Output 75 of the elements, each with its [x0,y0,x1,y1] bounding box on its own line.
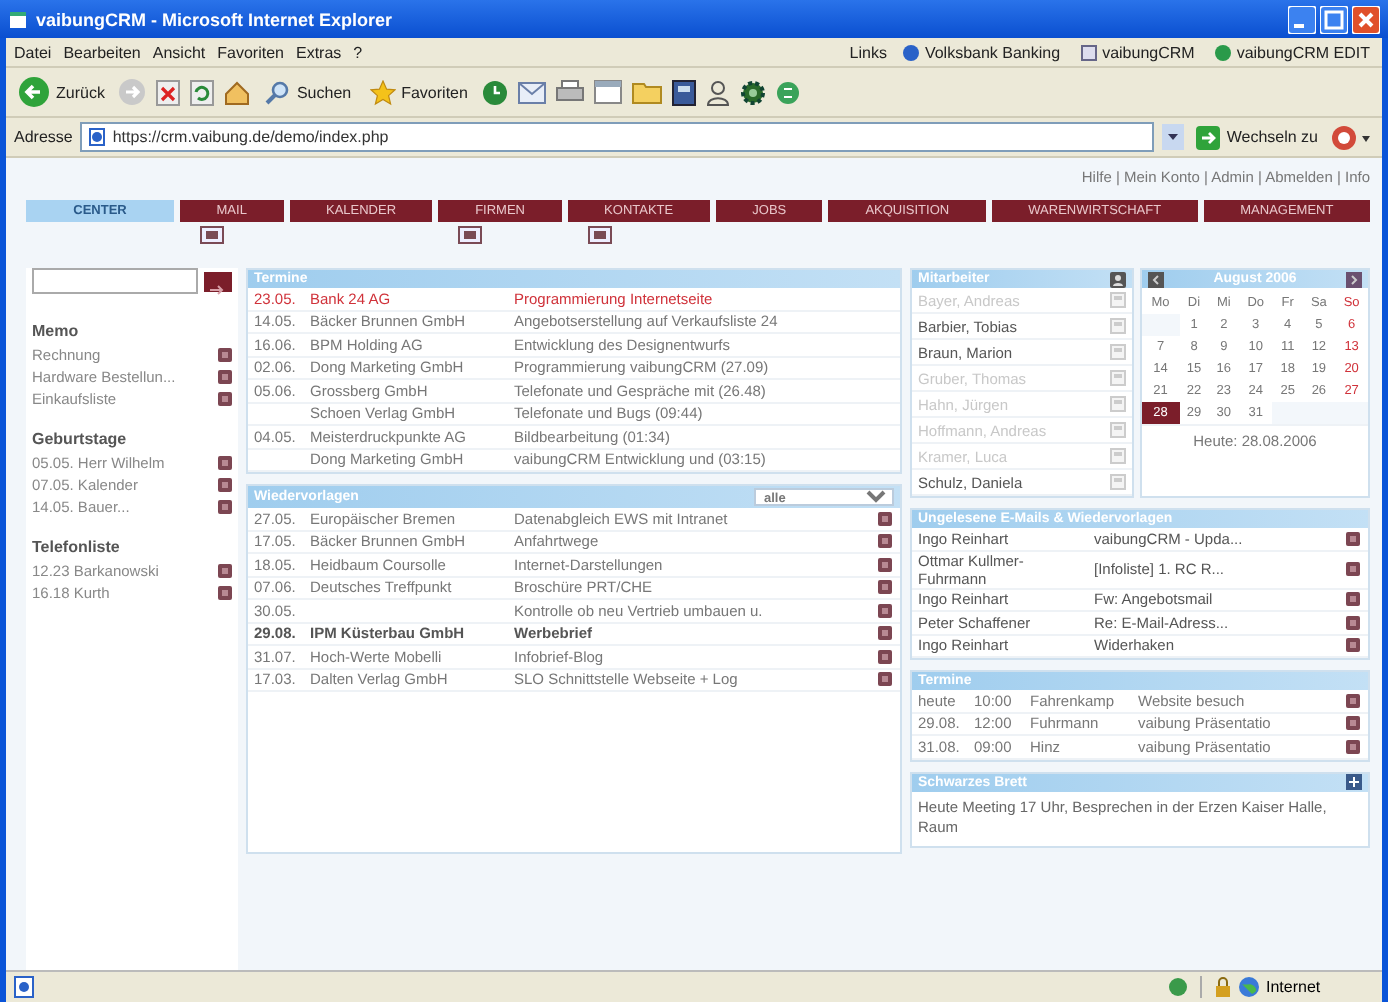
square-icon[interactable] [878,557,892,572]
envelope-icon[interactable] [587,226,612,244]
back-icon[interactable] [1148,271,1164,287]
square-icon[interactable] [878,649,892,664]
window-title: vaibungCRM - Microsoft Internet Explorer [36,9,395,29]
square-icon[interactable] [1346,739,1360,754]
page-icon [1080,43,1099,61]
menu-item[interactable]: Bearbeiten [63,43,141,61]
search-field[interactable] [32,268,198,294]
link-button[interactable]: Volksbank Banking [898,43,1065,61]
forward-icon[interactable] [1346,271,1362,287]
menu-item[interactable]: Ansicht [152,43,206,61]
square-icon[interactable] [1346,592,1360,607]
links-label: Links [849,43,887,61]
close-icon[interactable] [1352,5,1380,33]
address-label: Adresse [14,128,73,146]
maximize-icon[interactable] [1320,5,1348,33]
menu-item[interactable]: Datei [14,43,52,61]
star-icon [369,79,396,105]
home-icon[interactable] [224,79,251,105]
menu-item[interactable]: Favoriten [217,43,284,61]
toolbar-icon[interactable] [1330,123,1374,151]
go-button[interactable]: Wechseln zu [1192,125,1322,149]
print-icon[interactable] [555,80,584,104]
page-icon [14,976,34,998]
lock-icon [1214,976,1232,998]
square-icon[interactable] [878,534,892,549]
folder-icon[interactable] [631,80,662,104]
user-icon[interactable] [1110,271,1126,287]
section-heading: Geburtstage [32,430,129,448]
zone-label: Internet [1266,978,1321,996]
square-icon[interactable] [878,580,892,595]
book-icon[interactable] [671,79,696,105]
favorites-button[interactable]: Favoriten [365,79,472,105]
app-icon [8,9,28,29]
square-icon[interactable] [1346,615,1360,630]
history-icon[interactable] [481,79,508,105]
envelope-icon[interactable] [200,226,224,244]
square-icon[interactable] [878,603,892,618]
status-icon [1168,976,1188,998]
mail-icon[interactable] [517,81,546,103]
square-icon[interactable] [878,511,892,526]
globe-icon [1238,976,1260,998]
menu-item[interactable]: ? [353,43,363,61]
stop-icon[interactable] [156,79,181,105]
menu-item[interactable]: Extras [295,43,342,61]
square-icon[interactable] [878,626,892,641]
person-icon[interactable] [705,79,730,105]
add-icon[interactable] [1346,774,1362,790]
minimize-icon[interactable] [1288,5,1316,33]
arrow-icon [1196,125,1221,149]
dropdown-icon[interactable] [1162,124,1185,150]
back-button[interactable]: Zurück [14,76,109,108]
search-button[interactable]: Suchen [260,79,356,105]
section-heading: Telefonliste [32,538,122,556]
address-field[interactable]: https://crm.vaibung.de/demo/index.php [80,122,1155,152]
square-icon[interactable] [1346,716,1360,731]
envelope-icon[interactable] [458,226,483,244]
refresh-icon[interactable] [190,79,215,105]
square-icon[interactable] [1346,638,1360,653]
money-icon[interactable] [775,79,800,105]
square-icon[interactable] [1346,693,1360,708]
search-icon [264,79,291,105]
page-icon [902,43,921,61]
link-button[interactable]: vaibungCRM EDIT [1210,43,1374,61]
window-icon[interactable] [593,80,622,104]
page-icon [88,128,107,146]
search-button[interactable] [204,271,232,291]
square-icon[interactable] [878,672,892,687]
link-button[interactable]: vaibungCRM [1076,43,1199,61]
section-heading: Memo [32,322,81,340]
square-icon[interactable] [1346,531,1360,546]
gear-icon[interactable] [739,79,766,105]
page-icon [1214,43,1233,61]
arrow-icon [210,283,226,295]
